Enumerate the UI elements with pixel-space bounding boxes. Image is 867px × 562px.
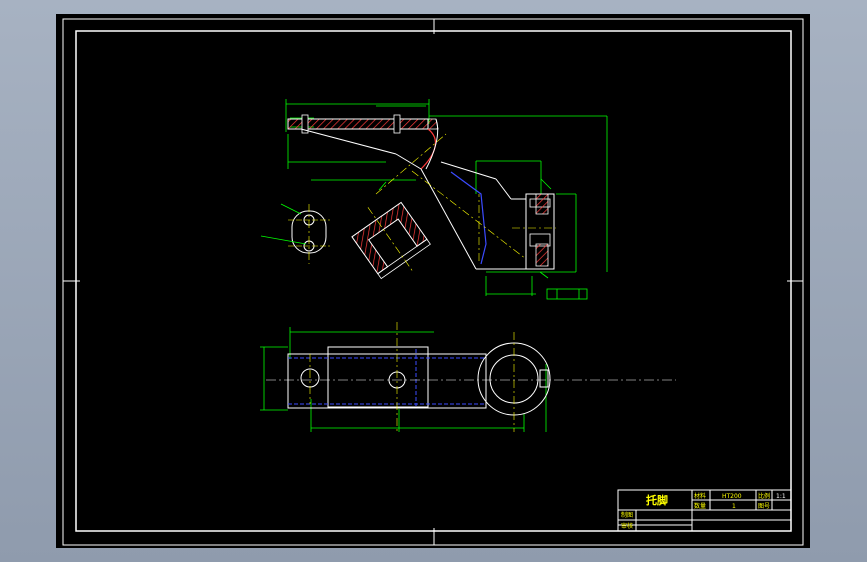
drafter-label: 制图 [621,511,633,519]
material-label: 材料 [694,492,706,500]
cad-viewport[interactable]: 托脚 材料 HT200 比例 1:1 数量 1 图号 制图 审核 [0,0,867,562]
rotated-section [351,201,431,280]
title-block-text: 托脚 材料 HT200 比例 1:1 数量 1 图号 制图 审核 [621,492,786,530]
drawing-canvas[interactable]: 托脚 材料 HT200 比例 1:1 数量 1 图号 制图 审核 [56,14,810,548]
inner-border [75,30,792,532]
center-marks [63,19,803,545]
slot-detail-view [260,203,330,264]
quantity-label: 数量 [694,502,706,510]
front-section-view [285,99,608,300]
scale-value: 1:1 [776,493,786,500]
drawing-sheet: 托脚 材料 HT200 比例 1:1 数量 1 图号 制图 审核 [62,18,804,546]
scale-label: 比例 [758,492,770,500]
material-value: HT200 [722,493,742,500]
reviewer-label: 审核 [621,522,633,530]
outer-border [62,18,804,546]
drawing-no-label: 图号 [758,503,770,510]
plan-view [260,322,676,434]
quantity-value: 1 [732,503,736,510]
part-title: 托脚 [646,493,668,507]
